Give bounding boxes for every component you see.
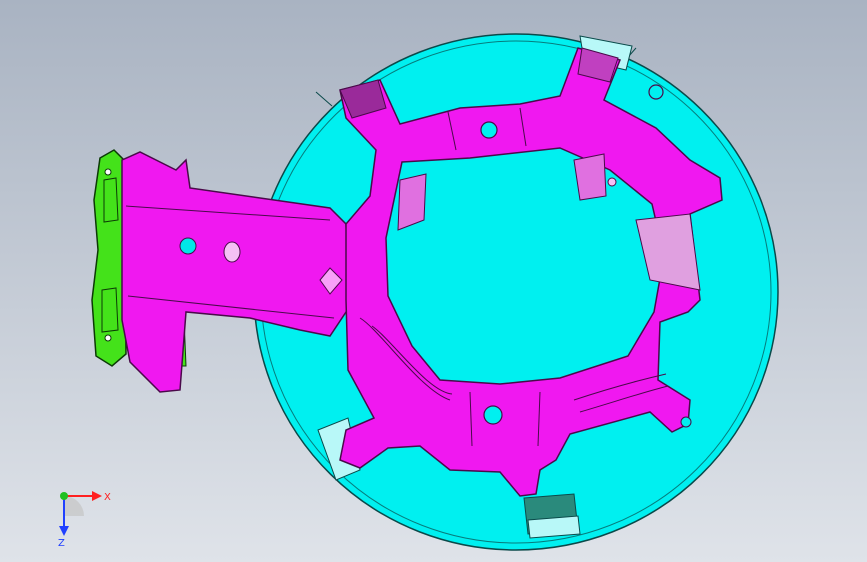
cad-viewport[interactable]: X Z (0, 0, 867, 562)
z-axis-label: Z (58, 538, 65, 549)
x-axis-label: X (104, 492, 111, 503)
axis-triad: X Z (58, 491, 111, 549)
